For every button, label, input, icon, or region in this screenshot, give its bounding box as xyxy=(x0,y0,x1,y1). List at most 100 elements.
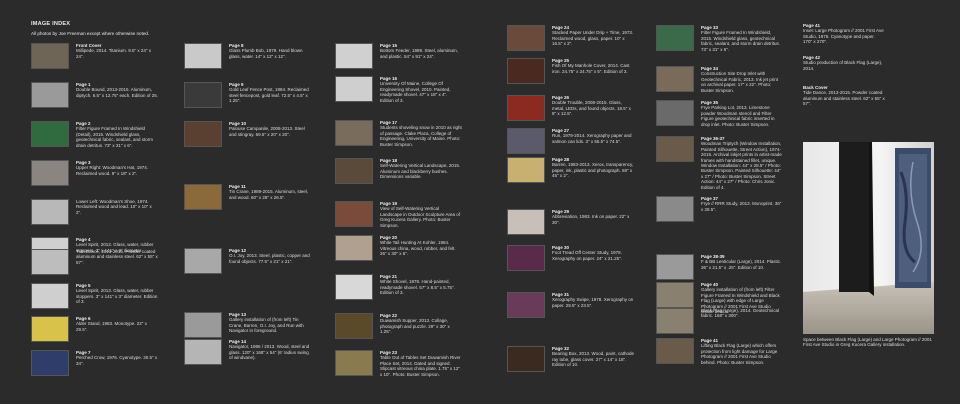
entry-caption: Black Flag (Large), 2014. Geotechnical f… xyxy=(701,308,783,319)
photo-caption: Space between Black Flag (Large) and Lar… xyxy=(803,337,932,348)
entry-description: Upper Right: Woodman's Hat, 1974. Reclai… xyxy=(76,165,149,176)
entry-description: Tin Crane, 1989-2015. Aluminum, steel, a… xyxy=(229,189,309,200)
artwork-thumbnail xyxy=(31,82,69,108)
entry-description: Perched Crow, 1976. Cyanotype. 30.5" x 3… xyxy=(76,355,158,366)
artwork-thumbnail xyxy=(507,95,545,121)
index-entry: Page 13 Gallery installation of (from lef… xyxy=(184,312,311,338)
index-entry: Page 27 Run, 1979-2014. Xerography paper … xyxy=(507,128,634,154)
entry-description: Black Flag (Large), 2014. Geotechnical f… xyxy=(701,308,780,319)
index-entry: Black Flag (Large), 2014. Geotechnical f… xyxy=(656,308,783,334)
entry-description: Millipede, 2014. Titanium. 9.5" x 24" x … xyxy=(76,48,151,59)
artwork-thumbnail xyxy=(656,66,694,92)
artwork-thumbnail xyxy=(31,350,69,376)
entry-caption: Page 6 Alder Stand, 1983. Monotype. 22" x… xyxy=(76,316,158,332)
entry-description: Construction Site Drop Inlet with Geotec… xyxy=(701,71,779,93)
index-entry: Page 17 Students shoveling snow in 2010 a… xyxy=(335,120,462,147)
entry-caption: Page 37 Frye // RRR Study, 2013. Monoprin… xyxy=(701,196,783,212)
entry-caption: Page 9 Gold Leaf Fence Post, 1984. Reclai… xyxy=(229,82,311,104)
entry-description: Navigator, 1986 / 2013. Wood, steel and … xyxy=(229,344,310,361)
entry-description: Filter Figure Framed In Windshield, 2015… xyxy=(701,30,781,52)
index-entry: Page 18 Self-Watering Vertical Landscape,… xyxy=(335,158,462,184)
artwork-thumbnail xyxy=(184,248,222,274)
entry-caption: Back Cover Tide Dance, 2013-2015. Powder … xyxy=(803,85,885,107)
artwork-thumbnail xyxy=(335,158,373,184)
entry-description: Lower Left: Woodman's Shoe, 1974. Reclai… xyxy=(76,199,152,215)
entry-caption: Page 16 University Of Maine, College Of E… xyxy=(380,76,462,103)
entry-description: Glass Plumb Bob, 1979. Hand blown glass,… xyxy=(229,48,303,59)
entry-description: Palouse Campanile, 2008-2013. Steel and … xyxy=(229,126,305,137)
entry-description: White Shovel, 1978. Hand-painted, readym… xyxy=(380,279,455,296)
index-entry: Page 41 Lifting Black Flag (Large) which … xyxy=(656,338,783,365)
artwork-thumbnail xyxy=(335,76,373,102)
index-entry: Page 16 University Of Maine, College Of E… xyxy=(335,76,462,103)
index-entry: Page 37 Frye // RRR Study, 2013. Monoprin… xyxy=(656,196,783,222)
artwork-thumbnail xyxy=(656,282,694,308)
entry-description: Double Trouble, 2008-2015. Glass, metal,… xyxy=(552,100,631,117)
entry-description: Run, 1979-2014. Xerography paper and sal… xyxy=(552,133,632,144)
index-entry: Lower Left: Woodman's Shoe, 1974. Reclai… xyxy=(31,199,158,225)
index-entry: Page 42 Studio production of Black Flag (… xyxy=(803,55,885,71)
index-entry: Page 15 Bottom Feeder, 1989. Steel, alumi… xyxy=(335,43,462,69)
entry-description: Self-Watering Vertical Landscape, 2015. … xyxy=(380,163,461,180)
index-entry: Page 29 Abbreviation, 1983. Ink on paper.… xyxy=(507,209,634,235)
entry-caption: Page 19 View of Self-Watering Vertical La… xyxy=(380,201,462,228)
artwork-thumbnail xyxy=(31,121,69,147)
entry-description: Double Bound, 2013-2015. Aluminum, dipty… xyxy=(76,87,158,98)
entry-caption: Page 33 Filter Figure Framed In Windshiel… xyxy=(701,25,783,52)
entry-description: Abbreviation, 1983. Ink on paper. 22" x … xyxy=(552,214,630,225)
artwork-thumbnail xyxy=(31,199,69,225)
artwork-thumbnail xyxy=(656,308,694,334)
entry-description: Tide Dance, 2013-2015. Powder coated alu… xyxy=(76,249,158,265)
artwork-thumbnail xyxy=(656,338,694,364)
index-entry: Page 9 Gold Leaf Fence Post, 1984. Reclai… xyxy=(184,82,311,108)
index-entry: Page 3 Upper Right: Woodman's Hat, 1974. … xyxy=(31,160,158,186)
index-entry: Page 36-37 Woodman Triptych (Window Insta… xyxy=(656,136,783,190)
artwork-thumbnail xyxy=(31,249,69,275)
index-entry: Page 12 O.I. Joy, 2013. Steel, plastic, c… xyxy=(184,248,311,274)
artwork-thumbnail xyxy=(184,82,222,108)
index-entry: Page 10 Palouse Campanile, 2008-2013. Ste… xyxy=(184,121,311,147)
entry-description: View of Self-Watering Vertical Landscape… xyxy=(380,206,461,228)
entry-description: Alder Stand, 1983. Monotype. 22" x 29.5"… xyxy=(76,321,147,332)
entry-caption: Page 21 White Shovel, 1978. Hand-painted,… xyxy=(380,274,462,296)
entry-caption: Page 28 Barren, 1983-2013. Xerox, transpa… xyxy=(552,157,634,179)
index-entry: Page 25 Fish Of My Manhole Cover, 2014. C… xyxy=(507,58,634,84)
index-title: IMAGE INDEX xyxy=(31,21,71,27)
index-entry: Page 30 Foot Tread Off Center Study, 1978… xyxy=(507,245,634,271)
index-entry: Page 32 Bearing Box, 2013. Wood, paint, c… xyxy=(507,346,634,372)
entry-caption: Page 2 Filter Figure Framed In Windshield… xyxy=(76,121,158,148)
artwork-thumbnail xyxy=(507,128,545,154)
artwork-thumbnail xyxy=(507,292,545,318)
entry-caption: Page 14 Navigator, 1986 / 2013. Wood, ste… xyxy=(229,339,311,361)
index-entry: Page 41 Inset: Large Photogram // 2001 Fi… xyxy=(803,23,885,45)
entry-caption: Page 12 O.I. Joy, 2013. Steel, plastic, c… xyxy=(229,248,311,264)
index-entry: Page 8 Glass Plumb Bob, 1979. Hand blown … xyxy=(184,43,311,69)
entry-caption: Front Cover Millipede, 2014. Titanium. 9.… xyxy=(76,43,158,59)
artwork-thumbnail xyxy=(335,120,373,146)
image-index-page: IMAGE INDEX All photos by Joe Freeman ex… xyxy=(0,0,960,404)
artwork-thumbnail xyxy=(507,157,545,183)
index-entry: Page 33 Filter Figure Framed In Windshiel… xyxy=(656,25,783,52)
entry-caption: Page 27 Run, 1979-2014. Xerography paper … xyxy=(552,128,634,144)
artwork-thumbnail xyxy=(656,254,694,280)
entry-caption: Page 13 Gallery installation of (from lef… xyxy=(229,312,311,334)
entry-caption: Page 8 Glass Plumb Bob, 1979. Hand blown … xyxy=(229,43,311,59)
entry-description: Studio production of Black Flag (Large),… xyxy=(803,60,883,71)
entry-caption: Page 5 Level Spirit, 2013. Glass, water, … xyxy=(76,283,158,305)
index-entry: Page 28 Barren, 1983-2013. Xerox, transpa… xyxy=(507,157,634,183)
entry-caption: Page 38-39 F & BB Lenticular (Large), 201… xyxy=(701,254,783,270)
artwork-thumbnail xyxy=(656,196,694,222)
index-entry: Page 22 Duwamish Supper, 2013. Collage, p… xyxy=(335,313,462,339)
artwork-thumbnail xyxy=(656,136,694,162)
entry-caption: Page 20 White Tail Hunting At Kohler, 198… xyxy=(380,235,462,257)
entry-description: F & BB Lenticular (Large), 2014. Plastic… xyxy=(701,259,782,270)
artwork-thumbnail xyxy=(335,313,373,339)
index-entry: Tide Dance, 2013-2015. Powder coated alu… xyxy=(31,249,158,275)
index-entry: Page 21 White Shovel, 1978. Hand-painted,… xyxy=(335,274,462,300)
artwork-thumbnail xyxy=(656,100,694,126)
entry-caption: Page 36-37 Woodman Triptych (Window Insta… xyxy=(701,136,783,190)
artwork-thumbnail xyxy=(335,274,373,300)
entry-caption: Page 41 Lifting Black Flag (Large) which … xyxy=(701,338,783,365)
artwork-thumbnail xyxy=(656,25,694,51)
entry-caption: Page 3 Upper Right: Woodman's Hat, 1974. … xyxy=(76,160,158,176)
